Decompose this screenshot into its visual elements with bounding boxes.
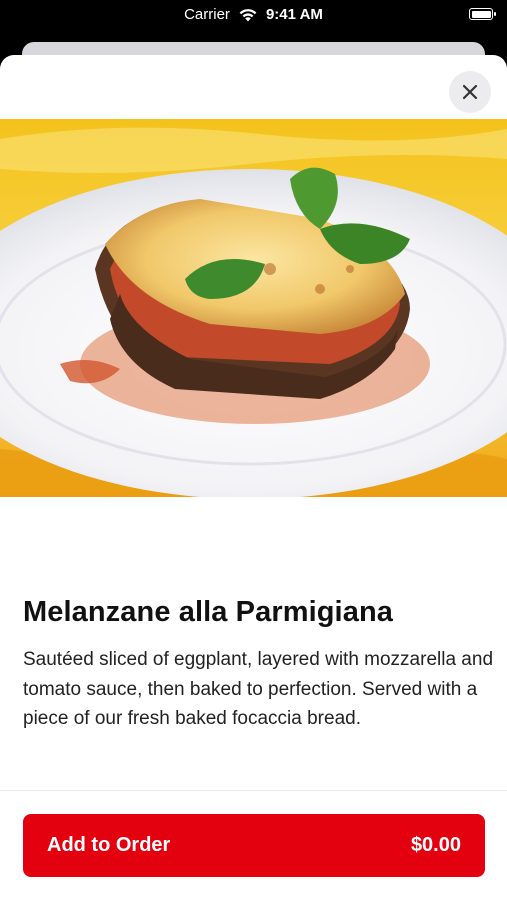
add-to-order-button[interactable]: Add to Order $0.00 [23,814,485,877]
dish-photo [0,119,507,497]
carrier-label: Carrier [184,6,230,23]
battery-icon [469,8,496,20]
divider [0,790,507,791]
status-center: Carrier 9:41 AM [0,6,507,23]
item-title: Melanzane alla Parmigiana [23,596,393,628]
dish-image [0,119,507,497]
order-price: $0.00 [410,834,461,856]
item-detail-sheet: Melanzane alla Parmigiana Sautéed sliced… [0,55,507,900]
clock-time: 9:41 AM [265,6,323,23]
battery-level [471,10,491,18]
wifi-icon [239,8,257,21]
close-button[interactable] [449,71,491,113]
close-icon [462,84,478,100]
item-description: Sautéed sliced of eggplant, layered with… [23,649,494,729]
status-bar: Carrier 9:41 AM [0,0,507,32]
add-to-order-label: Add to Order [47,834,171,856]
